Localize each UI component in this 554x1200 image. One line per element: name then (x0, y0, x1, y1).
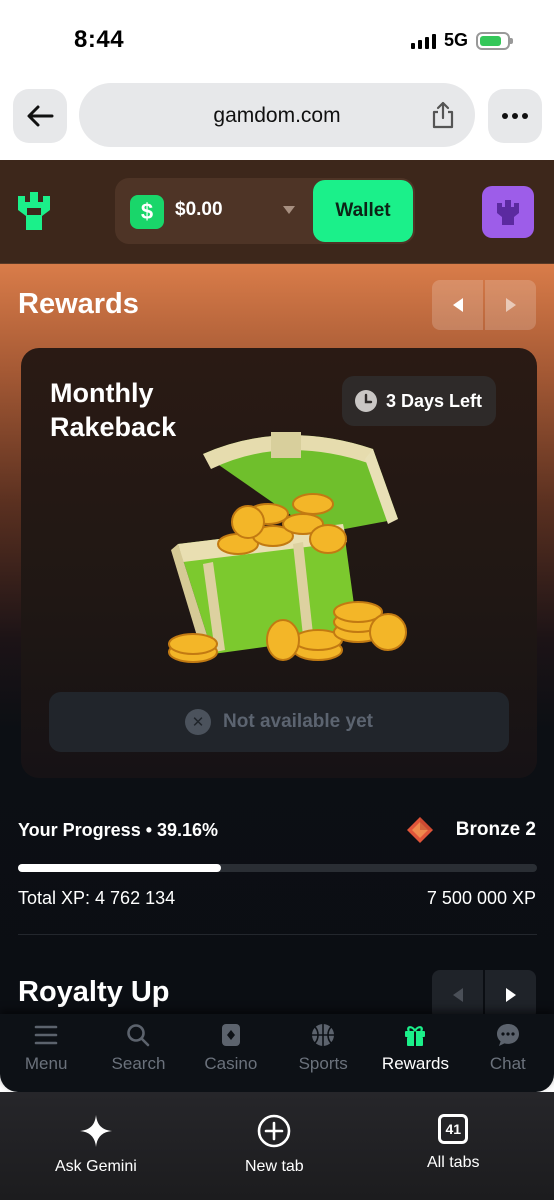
gift-icon (405, 1026, 426, 1046)
treasure-chest-image (168, 432, 407, 663)
nav-label: Casino (204, 1054, 258, 1073)
new-tab-button[interactable]: New tab (245, 1114, 304, 1176)
rewards-pager (432, 280, 536, 330)
rank-badge: Bronze 2 (406, 816, 536, 844)
main-content: Rewards Monthly Rakeback 3 Days Left ✕ N… (0, 264, 554, 1014)
progress-fill (18, 864, 222, 872)
nav-label: Rewards (381, 1054, 450, 1073)
clock-icon (355, 390, 377, 412)
chevron-down-icon[interactable] (283, 206, 295, 214)
search-icon (127, 1024, 150, 1047)
casino-icon (221, 1024, 240, 1046)
bronze-gem-icon (406, 817, 433, 843)
gamdom-logo-icon (18, 192, 50, 230)
nav-rewards[interactable]: Rewards (369, 1014, 461, 1092)
more-button[interactable] (488, 89, 542, 143)
signal-icon (410, 33, 436, 49)
rewards-title: Rewards (18, 288, 139, 320)
network-type: 5G (443, 30, 468, 50)
browser-bottom-bar: Ask Gemini New tab 41 All tabs (0, 1092, 554, 1200)
battery-icon (476, 31, 513, 50)
nav-casino[interactable]: Casino (185, 1014, 277, 1092)
nav-chat[interactable]: Chat (462, 1014, 554, 1092)
nav-menu[interactable]: Menu (0, 1014, 92, 1092)
arrow-left-icon (27, 105, 54, 127)
dollar-icon: $ (130, 195, 164, 229)
progress-bar (18, 864, 537, 872)
chevron-left-icon (452, 298, 463, 312)
royalty-pager (432, 970, 536, 1014)
nav-label: Chat (489, 1054, 526, 1073)
wallet-button[interactable]: Wallet (313, 180, 413, 242)
gamdom-logo[interactable] (16, 190, 52, 237)
plus-circle-icon (258, 1114, 291, 1148)
nav-sports[interactable]: Sports (277, 1014, 369, 1092)
nav-search[interactable]: Search (92, 1014, 184, 1092)
back-button[interactable] (13, 89, 67, 143)
ellipsis-icon (502, 113, 528, 119)
sparkle-icon (79, 1115, 112, 1147)
all-tabs-button[interactable]: 41 All tabs (427, 1114, 479, 1172)
menu-icon (34, 1025, 58, 1045)
claim-button-disabled[interactable]: ✕ Not available yet (49, 692, 509, 752)
total-xp: Total XP: 4 762 134 (18, 888, 176, 908)
monthly-rakeback-card: Monthly Rakeback 3 Days Left ✕ Not avail… (21, 348, 537, 778)
profile-avatar[interactable] (482, 186, 534, 238)
site-bottom-nav: Menu Search Casino Sports Rewards Chat (0, 1014, 554, 1092)
balance-selector[interactable]: $ $0.00 Wallet (115, 178, 415, 244)
new-tab-label: New tab (245, 1158, 304, 1175)
chat-icon (496, 1024, 519, 1046)
balance-amount: $0.00 (175, 199, 223, 220)
nav-label: Sports (298, 1054, 348, 1073)
basketball-icon (312, 1024, 335, 1046)
next-button[interactable] (485, 280, 536, 330)
nav-label: Menu (24, 1054, 68, 1073)
castle-icon (497, 200, 519, 225)
browser-toolbar: gamdom.com (0, 78, 554, 160)
prev-button[interactable] (432, 280, 483, 330)
time-left-text: 3 Days Left (386, 390, 483, 411)
progress-label: Your Progress • 39.16% (18, 820, 219, 840)
royalty-title: Royalty Up (18, 976, 170, 1008)
chevron-right-icon (505, 298, 516, 312)
ask-gemini-label: Ask Gemini (55, 1158, 137, 1175)
chevron-left-icon (452, 988, 463, 1002)
nav-label: Search (111, 1054, 166, 1073)
chevron-right-icon (505, 988, 516, 1002)
status-time: 8:44 (74, 26, 125, 53)
time-left-badge: 3 Days Left (342, 376, 497, 426)
rank-text: Bronze 2 (455, 819, 536, 840)
site-header: $ $0.00 Wallet (0, 160, 554, 264)
url-text: gamdom.com (213, 104, 341, 127)
address-bar[interactable]: gamdom.com (79, 83, 475, 147)
ask-gemini-button[interactable]: Ask Gemini (55, 1114, 137, 1176)
all-tabs-label: All tabs (427, 1154, 480, 1171)
close-icon: ✕ (185, 709, 212, 735)
target-xp: 7 500 000 XP (426, 888, 536, 908)
tab-count-icon: 41 (438, 1114, 469, 1144)
status-indicators: 5G (410, 30, 513, 51)
royalty-next-button[interactable] (485, 970, 536, 1014)
share-button[interactable] (431, 101, 455, 134)
royalty-prev-button[interactable] (432, 970, 483, 1014)
status-text: Not available yet (223, 711, 373, 732)
status-bar: 8:44 5G (0, 0, 554, 78)
share-icon (432, 101, 454, 129)
divider (18, 934, 537, 935)
